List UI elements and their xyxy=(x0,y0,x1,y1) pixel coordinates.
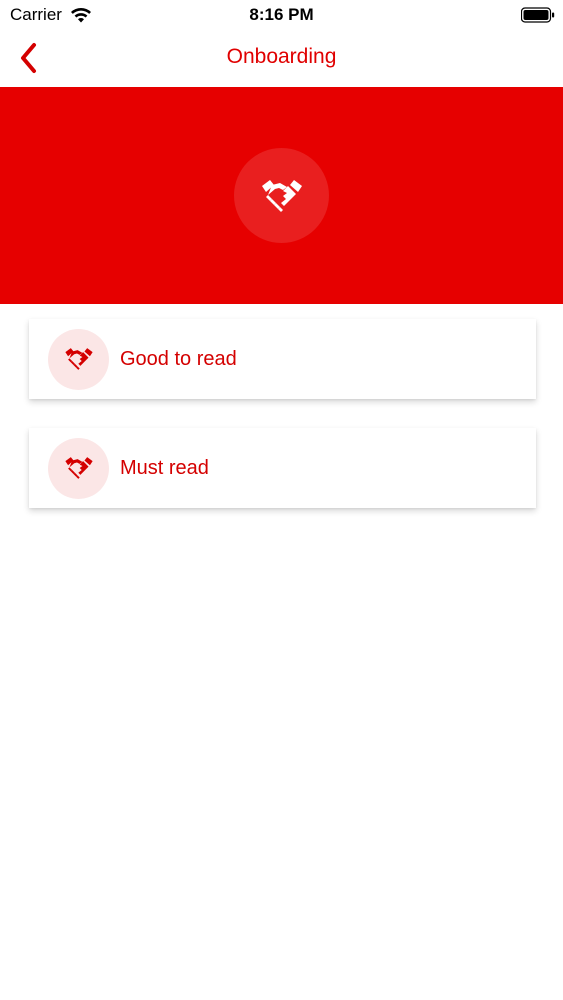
card-icon-circle xyxy=(48,328,109,390)
handshake-icon xyxy=(261,179,302,212)
handshake-icon xyxy=(64,348,93,370)
page-title: Onboarding xyxy=(226,45,337,68)
nav-bar: Onboarding xyxy=(0,30,563,87)
hero-badge xyxy=(234,148,329,243)
clock: 8:16 PM xyxy=(249,5,314,24)
hero-banner xyxy=(0,87,563,304)
list-item-must-read[interactable]: Must read xyxy=(29,428,536,508)
handshake-icon xyxy=(64,457,93,479)
battery-icon xyxy=(521,7,555,23)
onboarding-screen: Carrier 8:16 PM Onboarding Good to read … xyxy=(0,0,563,1000)
list-item-good-to-read[interactable]: Good to read xyxy=(29,319,536,399)
status-bar: Carrier 8:16 PM xyxy=(0,0,563,30)
card-icon-circle xyxy=(48,437,109,499)
list-item-label: Good to read xyxy=(120,347,237,370)
list-item-label: Must read xyxy=(120,456,209,479)
